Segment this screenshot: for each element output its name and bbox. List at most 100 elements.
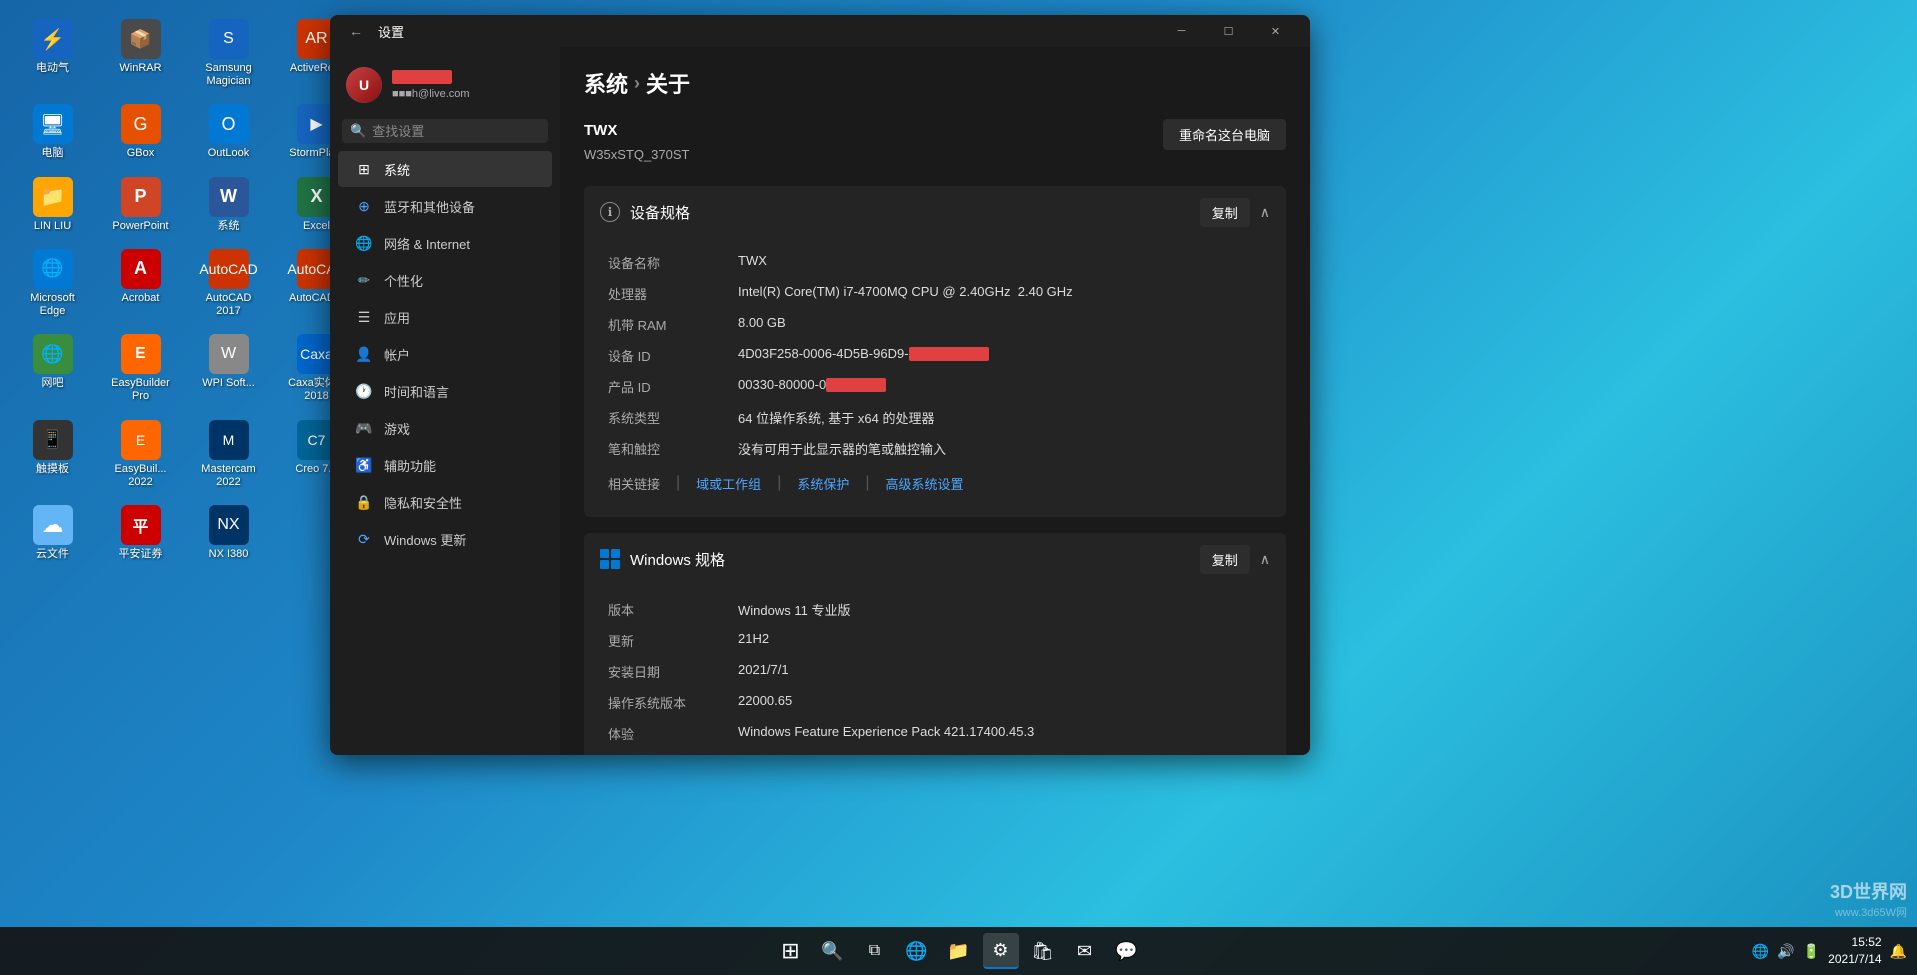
taskbar-battery-icon[interactable]: 🔋 bbox=[1803, 943, 1820, 960]
domain-workgroup-link[interactable]: 域或工作组 bbox=[696, 474, 761, 493]
sidebar-item-network[interactable]: 🌐 网络 & Internet bbox=[338, 225, 552, 261]
taskbar-clock[interactable]: 15:52 2021/7/14 bbox=[1828, 934, 1881, 968]
divider3: | bbox=[865, 474, 869, 492]
desktop-icon-wpisoft[interactable]: W WPI Soft... bbox=[191, 330, 266, 407]
copy-device-specs-button[interactable]: 复制 bbox=[1200, 198, 1250, 227]
device-id-redacted bbox=[909, 347, 989, 361]
sidebar-item-gaming[interactable]: 🎮 游戏 bbox=[338, 410, 552, 446]
label-device-name: 设备名称 bbox=[608, 253, 738, 272]
desktop-icon-linliu[interactable]: 📁 LIN LIU bbox=[15, 173, 90, 237]
desktop-icon-autocad17[interactable]: AutoCAD AutoCAD 2017 bbox=[191, 245, 266, 322]
sidebar-item-windows-update[interactable]: ⟳ Windows 更新 bbox=[338, 521, 552, 557]
windows-row-install-date: 安装日期 2021/7/1 bbox=[608, 656, 1262, 687]
search-icon: 🔍 bbox=[350, 123, 366, 139]
taskbar-edge-button[interactable]: 🌐 bbox=[899, 933, 935, 969]
value-edition: Windows 11 专业版 bbox=[738, 600, 1262, 619]
device-specs-header[interactable]: ℹ 设备规格 复制 ∧ bbox=[584, 186, 1286, 239]
desktop-icon-wangba[interactable]: 🌐 网吧 bbox=[15, 330, 90, 407]
close-button[interactable]: ✕ bbox=[1253, 15, 1298, 47]
taskbar-search-button[interactable]: 🔍 bbox=[815, 933, 851, 969]
window-title: 设置 bbox=[378, 22, 404, 41]
label-update: 更新 bbox=[608, 631, 738, 650]
windows-specs-card: Windows 规格 复制 ∧ 版本 Windows 11 专业版 bbox=[584, 533, 1286, 755]
maximize-button[interactable]: ☐ bbox=[1206, 15, 1251, 47]
sidebar: U ■■■h@live.com 🔍 ⊞ 系统 bbox=[330, 47, 560, 755]
device-specs-body: 设备名称 TWX 处理器 Intel(R) Core(TM) i7-4700MQ… bbox=[584, 239, 1286, 517]
breadcrumb-current: 关于 bbox=[646, 67, 690, 99]
minimize-button[interactable]: ─ bbox=[1159, 15, 1204, 47]
system-protection-link[interactable]: 系统保护 bbox=[797, 474, 849, 493]
taskbar-start-button[interactable]: ⊞ bbox=[773, 933, 809, 969]
sidebar-item-bluetooth-label: 蓝牙和其他设备 bbox=[384, 197, 475, 216]
user-avatar: U bbox=[346, 67, 382, 103]
desktop-icon-acrobat[interactable]: A Acrobat bbox=[103, 245, 178, 322]
advanced-system-settings-link[interactable]: 高级系统设置 bbox=[886, 474, 964, 493]
desktop-icon-samsung[interactable]: S Samsung Magician bbox=[191, 15, 266, 92]
value-experience: Windows Feature Experience Pack 421.1740… bbox=[738, 724, 1262, 743]
desktop-icon-gbox[interactable]: G GBox bbox=[103, 100, 178, 164]
sidebar-item-windows-update-label: Windows 更新 bbox=[384, 530, 466, 549]
desktop-icon-outlook[interactable]: O OutLook bbox=[191, 100, 266, 164]
user-email: ■■■h@live.com bbox=[392, 88, 544, 100]
sidebar-item-bluetooth[interactable]: ⊕ 蓝牙和其他设备 bbox=[338, 188, 552, 224]
label-ram: 机带 RAM bbox=[608, 315, 738, 334]
desktop-icon-edge[interactable]: 🌐 Microsoft Edge bbox=[15, 245, 90, 322]
sidebar-item-time[interactable]: 🕐 时间和语言 bbox=[338, 373, 552, 409]
breadcrumb: 系统 › 关于 bbox=[584, 67, 1286, 99]
taskbar-teams-button[interactable]: 💬 bbox=[1109, 933, 1145, 969]
desktop-icon-easybuilder22[interactable]: E EasyBuil... 2022 bbox=[103, 416, 178, 493]
taskbar-right: 🌐 🔊 🔋 15:52 2021/7/14 🔔 bbox=[1752, 934, 1907, 968]
taskbar-settings-button[interactable]: ⚙ bbox=[983, 933, 1019, 969]
rename-pc-button[interactable]: 重命名这台电脑 bbox=[1163, 119, 1286, 150]
device-specs-row-sysarch: 系统类型 64 位操作系统, 基于 x64 的处理器 bbox=[608, 402, 1262, 433]
desktop-icon-nx380[interactable]: NX NX I380 bbox=[191, 501, 266, 565]
sidebar-item-apps[interactable]: ☰ 应用 bbox=[338, 299, 552, 335]
taskbar-explorer-button[interactable]: 📁 bbox=[941, 933, 977, 969]
value-product-id: 00330-80000-0 bbox=[738, 377, 1262, 396]
sidebar-item-accessibility-label: 辅助功能 bbox=[384, 456, 436, 475]
desktop-icon-pingan[interactable]: 平 平安证券 bbox=[103, 501, 178, 565]
taskbar-volume-icon[interactable]: 🔊 bbox=[1777, 943, 1794, 960]
sidebar-item-apps-label: 应用 bbox=[384, 308, 410, 327]
copy-windows-specs-button[interactable]: 复制 bbox=[1200, 545, 1250, 574]
taskbar-notification-icon[interactable]: 🔔 bbox=[1890, 943, 1907, 960]
gaming-icon: 🎮 bbox=[354, 418, 374, 438]
divider1: | bbox=[676, 474, 680, 492]
sidebar-item-privacy[interactable]: 🔒 隐私和安全性 bbox=[338, 484, 552, 520]
sidebar-item-accounts[interactable]: 👤 帐户 bbox=[338, 336, 552, 372]
desktop-icon-diandong[interactable]: ⚡ 电动气 bbox=[15, 15, 90, 92]
sidebar-item-personalization[interactable]: ✏ 个性化 bbox=[338, 262, 552, 298]
label-experience: 体验 bbox=[608, 724, 738, 743]
desktop-icon-powerpoint[interactable]: P PowerPoint bbox=[103, 173, 178, 237]
search-box: 🔍 bbox=[342, 119, 548, 143]
desktop-icon-cloud[interactable]: ☁ 云文件 bbox=[15, 501, 90, 565]
user-info: ■■■h@live.com bbox=[392, 70, 544, 100]
taskbar-store-button[interactable]: 🛍 bbox=[1025, 933, 1061, 969]
privacy-icon: 🔒 bbox=[354, 492, 374, 512]
taskbar-network-icon[interactable]: 🌐 bbox=[1752, 943, 1769, 960]
value-device-name: TWX bbox=[738, 253, 1262, 272]
taskbar-mail-button[interactable]: ✉ bbox=[1067, 933, 1103, 969]
accounts-icon: 👤 bbox=[354, 344, 374, 364]
value-pen-touch: 没有可用于此显示器的笔或触控输入 bbox=[738, 439, 1262, 458]
desktop-icon-diandian[interactable]: 🖥 电脑 bbox=[15, 100, 90, 164]
label-install-date: 安装日期 bbox=[608, 662, 738, 681]
sidebar-item-personalization-label: 个性化 bbox=[384, 271, 423, 290]
windows-specs-header[interactable]: Windows 规格 复制 ∧ bbox=[584, 533, 1286, 586]
desktop-icon-winrar[interactable]: 📦 WinRAR bbox=[103, 15, 178, 92]
desktop-icon-word[interactable]: W 系统 bbox=[191, 173, 266, 237]
sidebar-item-xitong[interactable]: ⊞ 系统 bbox=[338, 151, 552, 187]
taskbar-taskview-button[interactable]: ⧉ bbox=[857, 933, 893, 969]
device-name: TWX bbox=[584, 119, 690, 143]
desktop-icon-mastercam[interactable]: M Mastercam 2022 bbox=[191, 416, 266, 493]
desktop-icon-touchpanel[interactable]: 📱 触摸板 bbox=[15, 416, 90, 493]
network-icon: 🌐 bbox=[354, 233, 374, 253]
sidebar-item-accessibility[interactable]: ♿ 辅助功能 bbox=[338, 447, 552, 483]
windows-row-os-build: 操作系统版本 22000.65 bbox=[608, 687, 1262, 718]
device-specs-row-deviceid: 设备 ID 4D03F258-0006-4D5B-96D9- bbox=[608, 340, 1262, 371]
title-bar-left: ← 设置 bbox=[342, 17, 1159, 45]
desktop-icon-easybuilder[interactable]: E EasyBuilder Pro bbox=[103, 330, 178, 407]
back-button[interactable]: ← bbox=[342, 17, 370, 45]
user-section: U ■■■h@live.com bbox=[330, 55, 560, 119]
search-input[interactable] bbox=[372, 124, 548, 139]
